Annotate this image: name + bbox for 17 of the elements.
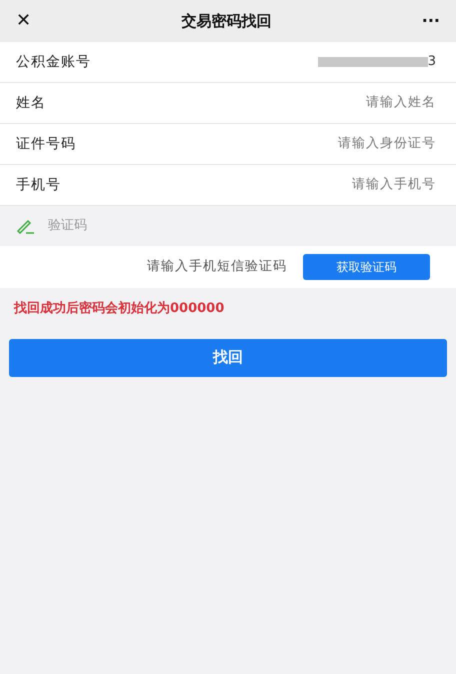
more-button[interactable]: ···	[422, 13, 440, 29]
window-title: 交易密码找回	[181, 10, 272, 32]
submit-button[interactable]: 找回	[9, 338, 447, 376]
input-field[interactable]: 请输入身份证号	[216, 134, 436, 154]
get-code-button[interactable]: 获取验证码	[303, 254, 430, 280]
input-field[interactable]: 请输入姓名	[216, 93, 436, 113]
pencil-icon	[16, 218, 36, 234]
notice-text: 找回成功后密码会初始化为000000	[14, 300, 226, 318]
field-label: 公积金账号	[16, 52, 91, 72]
input-field[interactable]: 请输入手机号	[216, 175, 436, 195]
field-label: 手机号	[16, 176, 61, 194]
field-value: 3	[428, 53, 436, 72]
field-label: 姓名	[16, 94, 46, 112]
code-input-field[interactable]: 请输入手机短信验证码	[87, 257, 287, 277]
field-label: 证件号码	[16, 134, 76, 154]
close-button[interactable]: ✕	[16, 12, 32, 30]
section-title: 验证码	[48, 217, 87, 236]
